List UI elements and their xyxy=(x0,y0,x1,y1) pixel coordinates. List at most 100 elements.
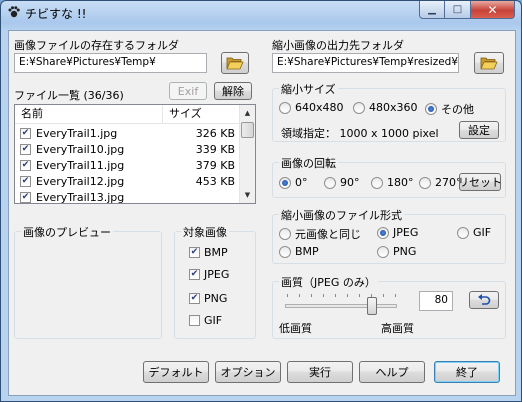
target-gif-option[interactable]: GIF xyxy=(189,314,222,327)
file-size: 339 KB xyxy=(195,142,235,156)
resize-other-option[interactable]: その他 xyxy=(425,101,474,117)
checkmark-icon: ✔ xyxy=(190,247,199,257)
quality-high-label: 高画質 xyxy=(381,322,414,335)
target-gif-checkbox[interactable] xyxy=(189,315,200,326)
file-list[interactable]: 名前 サイズ ✔ EveryTrail1.jpg 326 KB ✔ EveryT… xyxy=(14,104,256,204)
checkmark-icon: ✔ xyxy=(21,175,30,186)
format-jpeg-radio[interactable] xyxy=(377,226,389,239)
output-folder-field[interactable]: E:¥Share¥Pictures¥Temp¥resized¥ xyxy=(272,53,459,73)
column-header-size[interactable]: サイズ xyxy=(163,105,241,123)
file-name: EveryTrail12.jpg xyxy=(36,174,125,188)
close-button[interactable]: ✕ xyxy=(471,1,515,19)
source-folder-label: 画像ファイルの存在するフォルダ xyxy=(14,39,179,52)
resize-640-option[interactable]: 640x480 xyxy=(279,101,344,114)
resize-480-label: 480x360 xyxy=(369,101,418,114)
scroll-up-icon[interactable]: ▲ xyxy=(240,105,255,121)
rotation-0-radio[interactable] xyxy=(279,176,291,189)
format-png-radio[interactable] xyxy=(377,245,389,258)
file-checkbox[interactable]: ✔ xyxy=(20,175,31,187)
format-gif-option[interactable]: GIF xyxy=(457,226,491,239)
format-same-option[interactable]: 元画像と同じ xyxy=(279,226,361,242)
help-button[interactable]: ヘルプ xyxy=(359,361,425,383)
format-jpeg-option[interactable]: JPEG xyxy=(377,226,418,239)
output-folder-browse-button[interactable] xyxy=(474,52,504,74)
resize-640-radio[interactable] xyxy=(279,101,291,114)
rotation-270-option[interactable]: 270° xyxy=(419,176,462,189)
preview-group: 画像のプレビュー xyxy=(14,224,162,339)
rotation-label: 画像の回転 xyxy=(279,155,338,171)
target-images-group: 対象画像 ✔ BMP ✔ JPEG ✔ PNG GIF xyxy=(174,224,256,339)
format-bmp-radio[interactable] xyxy=(279,245,291,258)
rotation-90-radio[interactable] xyxy=(324,176,336,189)
file-checkbox[interactable]: ✔ xyxy=(20,159,31,171)
resize-640-label: 640x480 xyxy=(295,101,344,114)
exif-button[interactable]: Exif xyxy=(169,82,207,100)
target-png-checkbox[interactable]: ✔ xyxy=(189,293,200,304)
file-row[interactable]: ✔ EveryTrail12.jpg 453 KB xyxy=(15,173,235,189)
file-row[interactable]: ✔ EveryTrail13.jpg xyxy=(15,189,235,204)
column-header-name[interactable]: 名前 xyxy=(15,105,163,123)
file-row[interactable]: ✔ EveryTrail1.jpg 326 KB xyxy=(15,125,235,141)
rotation-reset-button[interactable]: リセット xyxy=(458,173,502,191)
target-jpeg-option[interactable]: ✔ JPEG xyxy=(189,268,229,281)
rotation-270-radio[interactable] xyxy=(419,176,431,189)
checkmark-icon: ✔ xyxy=(21,143,30,154)
target-bmp-checkbox[interactable]: ✔ xyxy=(189,247,200,258)
format-bmp-label: BMP xyxy=(295,245,319,258)
maximize-button[interactable]: □ xyxy=(445,1,471,19)
file-checkbox[interactable]: ✔ xyxy=(20,127,31,139)
resize-480-option[interactable]: 480x360 xyxy=(353,101,418,114)
resize-other-label: その他 xyxy=(441,103,474,116)
format-bmp-option[interactable]: BMP xyxy=(279,245,319,258)
target-jpeg-checkbox[interactable]: ✔ xyxy=(189,269,200,280)
file-row[interactable]: ✔ EveryTrail10.jpg 339 KB xyxy=(15,141,235,157)
rotation-180-radio[interactable] xyxy=(371,176,383,189)
file-row[interactable]: ✔ EveryTrail11.jpg 379 KB xyxy=(15,157,235,173)
file-name: EveryTrail11.jpg xyxy=(36,158,125,172)
file-checkbox[interactable]: ✔ xyxy=(20,191,31,203)
exit-button[interactable]: 終了 xyxy=(434,361,500,383)
format-gif-radio[interactable] xyxy=(457,226,469,239)
rotation-90-option[interactable]: 90° xyxy=(324,176,360,189)
rotation-0-option[interactable]: 0° xyxy=(279,176,308,189)
run-button[interactable]: 実行 xyxy=(287,361,353,383)
quality-reset-button[interactable] xyxy=(469,291,499,309)
target-png-option[interactable]: ✔ PNG xyxy=(189,292,227,305)
title-bar[interactable]: チビすな !! ▁ □ ✕ xyxy=(1,1,521,23)
source-folder-field[interactable]: E:¥Share¥Pictures¥Temp¥ xyxy=(14,53,207,73)
clear-button[interactable]: 解除 xyxy=(214,82,252,100)
file-checkbox[interactable]: ✔ xyxy=(20,143,31,155)
preview-label: 画像のプレビュー xyxy=(21,224,113,240)
rotation-180-option[interactable]: 180° xyxy=(371,176,414,189)
output-folder-label: 縮小画像の出力先フォルダ xyxy=(272,39,404,52)
target-bmp-option[interactable]: ✔ BMP xyxy=(189,246,228,259)
quality-low-label: 低画質 xyxy=(279,322,312,335)
main-panel: 画像ファイルの存在するフォルダ E:¥Share¥Pictures¥Temp¥ … xyxy=(8,30,516,396)
quality-value-field[interactable]: 80 xyxy=(419,291,453,311)
minimize-button[interactable]: ▁ xyxy=(419,1,445,19)
resize-settings-button[interactable]: 設定 xyxy=(459,121,499,139)
quality-slider[interactable] xyxy=(285,294,403,318)
format-png-option[interactable]: PNG xyxy=(377,245,416,258)
rotation-0-label: 0° xyxy=(295,176,308,189)
resize-480-radio[interactable] xyxy=(353,101,365,114)
rotation-group: 画像の回転 0° 90° 180° 270° リセット xyxy=(272,155,506,198)
options-button[interactable]: オプション xyxy=(215,361,281,383)
file-size: 326 KB xyxy=(195,126,235,140)
format-same-radio[interactable] xyxy=(279,228,291,240)
paw-icon xyxy=(8,6,20,18)
close-icon: ✕ xyxy=(487,2,498,17)
source-folder-browse-button[interactable] xyxy=(221,52,249,74)
quality-label: 画質（JPEG のみ） xyxy=(279,274,378,290)
resize-other-radio[interactable] xyxy=(425,103,437,115)
file-name: EveryTrail13.jpg xyxy=(36,190,125,204)
quality-slider-thumb[interactable] xyxy=(367,297,377,315)
scroll-down-icon[interactable]: ▼ xyxy=(240,187,255,203)
target-jpeg-label: JPEG xyxy=(204,268,230,281)
checkmark-icon: ✔ xyxy=(21,127,30,138)
default-button[interactable]: デフォルト xyxy=(143,361,209,383)
window-title: チビすな !! xyxy=(25,7,87,21)
file-list-scrollbar[interactable]: ▲ ▼ xyxy=(239,105,255,203)
scroll-thumb[interactable] xyxy=(241,122,254,138)
target-images-label: 対象画像 xyxy=(181,224,229,240)
